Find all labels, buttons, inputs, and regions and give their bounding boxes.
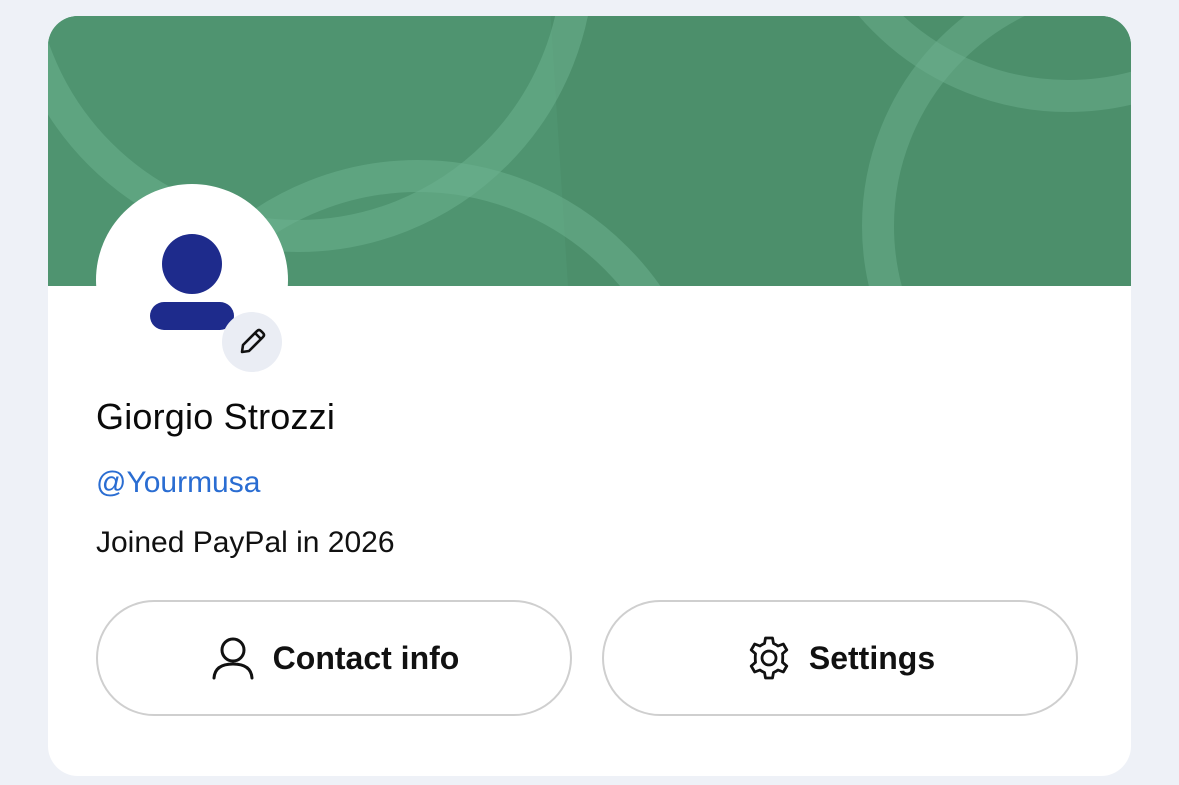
person-outline-icon <box>209 634 257 682</box>
settings-button[interactable]: Settings <box>602 600 1078 716</box>
joined-date-text: Joined PayPal in 2026 <box>96 526 395 559</box>
profile-name: Giorgio Strozzi <box>96 396 336 437</box>
contact-info-label: Contact info <box>272 639 460 676</box>
pencil-icon <box>240 328 266 354</box>
edit-avatar-button[interactable] <box>222 312 282 372</box>
profile-handle-link[interactable]: @Yourmusa <box>96 466 260 500</box>
contact-info-button[interactable]: Contact info <box>96 600 572 716</box>
settings-label: Settings <box>808 639 936 676</box>
gear-icon <box>745 634 793 682</box>
profile-card: Giorgio Strozzi @Yourmusa Joined PayPal … <box>48 16 1131 776</box>
